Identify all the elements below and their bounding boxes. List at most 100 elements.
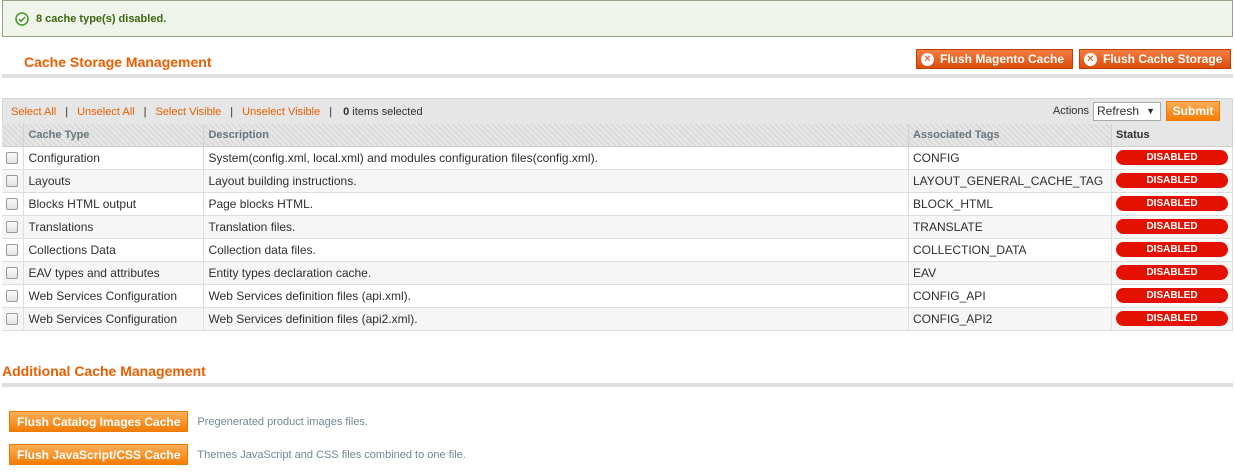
flush-js-css-row: Flush JavaScript/CSS Cache Themes JavaSc… (9, 444, 466, 465)
dropdown-arrow-icon: ▼ (1146, 106, 1155, 116)
status-badge: DISABLED (1116, 311, 1228, 326)
grid-header-row: Cache Type Description Associated Tags S… (2, 124, 1233, 147)
tags-cell: COLLECTION_DATA (908, 238, 1113, 262)
tags-cell: TRANSLATE (908, 215, 1113, 239)
tags-cell: LAYOUT_GENERAL_CACHE_TAG (908, 169, 1113, 193)
status-cell: DISABLED (1111, 192, 1233, 216)
description-cell: Web Services definition files (api2.xml)… (203, 307, 909, 331)
table-row[interactable]: Collections Data Collection data files. … (2, 238, 1233, 262)
table-row[interactable]: Web Services Configuration Web Services … (2, 307, 1233, 331)
cache-type-cell: Configuration (23, 146, 205, 170)
description-cell: Translation files. (203, 215, 909, 239)
row-checkbox[interactable] (6, 198, 18, 211)
status-badge: DISABLED (1116, 196, 1228, 211)
selected-count-value: 0 (343, 105, 350, 118)
status-cell: DISABLED (1111, 261, 1233, 285)
items-selected-count: 0 items selected (343, 106, 423, 118)
status-badge: DISABLED (1116, 219, 1228, 234)
row-checkbox-cell (2, 169, 25, 193)
table-row[interactable]: Layouts Layout building instructions. LA… (2, 169, 1233, 193)
tags-cell: CONFIG_API2 (908, 307, 1113, 331)
column-status[interactable]: Status (1111, 124, 1233, 147)
tags-cell: CONFIG_API (908, 284, 1113, 308)
cache-type-cell: EAV types and attributes (23, 261, 205, 285)
cache-type-cell: Web Services Configuration (23, 307, 205, 331)
separator: | (65, 105, 69, 118)
checkbox-column-header (2, 124, 25, 147)
tags-cell: CONFIG (908, 146, 1113, 170)
table-row[interactable]: Blocks HTML output Page blocks HTML. BLO… (2, 192, 1233, 216)
row-checkbox-cell (2, 238, 25, 262)
table-row[interactable]: Web Services Configuration Web Services … (2, 284, 1233, 308)
cache-type-cell: Layouts (23, 169, 205, 193)
submit-button[interactable]: Submit (1166, 101, 1220, 121)
success-message-text: 8 cache type(s) disabled. (36, 12, 167, 25)
description-cell: Web Services definition files (api.xml). (203, 284, 909, 308)
row-checkbox-cell (2, 307, 25, 331)
flush-images-row: Flush Catalog Images Cache Pregenerated … (9, 411, 368, 432)
cache-grid: Cache Type Description Associated Tags S… (2, 124, 1233, 331)
flush-js-css-button[interactable]: Flush JavaScript/CSS Cache (9, 444, 189, 465)
additional-cache-title: Additional Cache Management (2, 363, 206, 379)
check-circle-icon (15, 11, 29, 26)
status-cell: DISABLED (1111, 284, 1233, 308)
row-checkbox[interactable] (6, 290, 18, 303)
unselect-all-link[interactable]: Unselect All (77, 106, 134, 118)
row-checkbox-cell (2, 284, 25, 308)
cancel-icon: ✕ (1084, 52, 1097, 66)
tags-cell: BLOCK_HTML (908, 192, 1113, 216)
column-description[interactable]: Description (203, 124, 909, 147)
status-cell: DISABLED (1111, 215, 1233, 239)
status-badge: DISABLED (1116, 173, 1228, 188)
table-row[interactable]: EAV types and attributes Entity types de… (2, 261, 1233, 285)
status-cell: DISABLED (1111, 307, 1233, 331)
actions-select-value: Refresh (1097, 104, 1140, 118)
flush-js-css-note: Themes JavaScript and CSS files combined… (197, 448, 466, 461)
cache-storage-header: Cache Storage Management ✕ Flush Magento… (2, 48, 1233, 78)
table-row[interactable]: Translations Translation files. TRANSLAT… (2, 215, 1233, 239)
row-checkbox-cell (2, 215, 25, 239)
row-checkbox[interactable] (6, 244, 18, 257)
status-cell: DISABLED (1111, 146, 1233, 170)
cache-type-cell: Collections Data (23, 238, 205, 262)
description-cell: System(config.xml, local.xml) and module… (203, 146, 909, 170)
column-associated-tags[interactable]: Associated Tags (908, 124, 1113, 147)
column-cache-type[interactable]: Cache Type (23, 124, 205, 147)
status-badge: DISABLED (1116, 242, 1228, 257)
separator: | (329, 105, 333, 118)
actions-select[interactable]: Refresh ▼ (1093, 101, 1161, 121)
status-cell: DISABLED (1111, 169, 1233, 193)
separator: | (143, 105, 147, 118)
flush-magento-cache-button[interactable]: ✕ Flush Magento Cache (916, 49, 1074, 69)
status-badge: DISABLED (1116, 288, 1228, 303)
massaction-bar: Select All | Unselect All | Select Visib… (2, 98, 1233, 124)
row-checkbox-cell (2, 261, 25, 285)
row-checkbox-cell (2, 146, 25, 170)
separator: | (230, 105, 234, 118)
row-checkbox[interactable] (6, 313, 18, 326)
select-all-link[interactable]: Select All (11, 106, 56, 118)
row-checkbox[interactable] (6, 267, 18, 280)
additional-cache-header: Additional Cache Management (2, 358, 1233, 387)
cache-type-cell: Web Services Configuration (23, 284, 205, 308)
row-checkbox[interactable] (6, 221, 18, 234)
cache-type-cell: Translations (23, 215, 205, 239)
cache-storage-title: Cache Storage Management (24, 54, 212, 70)
actions-label: Actions (1052, 105, 1089, 117)
status-cell: DISABLED (1111, 238, 1233, 262)
unselect-visible-link[interactable]: Unselect Visible (242, 106, 320, 118)
select-visible-link[interactable]: Select Visible (155, 106, 221, 118)
table-row[interactable]: Configuration System(config.xml, local.x… (2, 146, 1233, 170)
flush-cache-storage-button[interactable]: ✕ Flush Cache Storage (1079, 49, 1232, 69)
cancel-icon: ✕ (921, 52, 934, 66)
row-checkbox[interactable] (6, 152, 18, 165)
status-badge: DISABLED (1116, 150, 1228, 165)
flush-magento-cache-label: Flush Magento Cache (940, 52, 1065, 66)
tags-cell: EAV (908, 261, 1113, 285)
flush-catalog-images-button[interactable]: Flush Catalog Images Cache (9, 411, 189, 432)
selected-count-label: items selected (352, 105, 423, 118)
flush-images-note: Pregenerated product images files. (197, 415, 368, 428)
success-message: 8 cache type(s) disabled. (2, 0, 1233, 37)
actions-group: Actions Refresh ▼ Submit (1053, 101, 1220, 121)
row-checkbox[interactable] (6, 175, 18, 188)
